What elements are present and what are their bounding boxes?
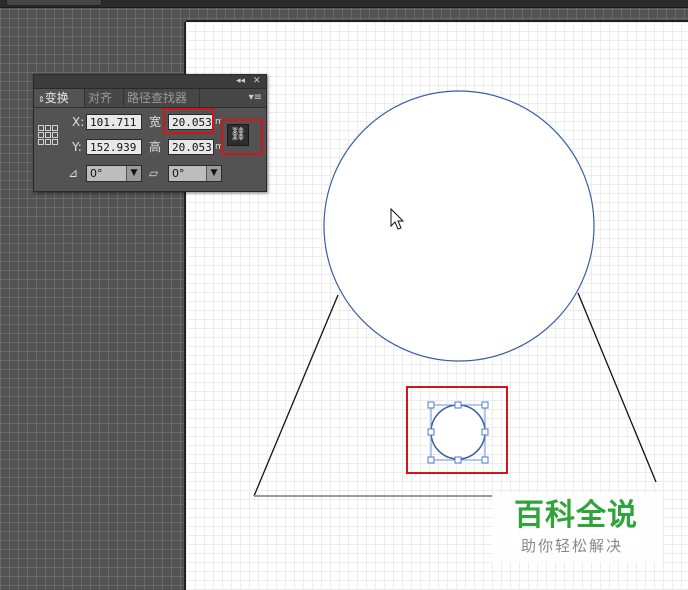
angle-icon: ⊿ <box>68 166 79 180</box>
rotate-value: 0° <box>90 167 103 180</box>
shear-value: 0° <box>172 167 185 180</box>
tab-transform[interactable]: ⇕变换 <box>34 89 85 107</box>
rotate-dropdown[interactable]: 0° ▼ <box>86 165 142 182</box>
shear-icon: ▱ <box>149 166 159 180</box>
tab-transform-label: 变换 <box>44 91 69 105</box>
large-circle[interactable] <box>323 90 595 362</box>
link-button-highlight <box>221 119 263 155</box>
watermark-title: 百科全说 <box>514 498 638 533</box>
tab-pathfinder[interactable]: 路径查找器 <box>123 89 200 107</box>
watermark: 百科全说 助你轻松解决 <box>492 493 662 563</box>
watermark-subtitle: 助你轻松解决 <box>521 537 624 555</box>
close-icon[interactable]: ✕ <box>253 75 261 88</box>
y-label: Y: <box>72 140 82 154</box>
y-field[interactable]: 152.939 <box>86 139 142 155</box>
x-label: X: <box>72 115 85 129</box>
reference-point-icon[interactable] <box>38 125 58 145</box>
height-label: 高 <box>149 140 162 154</box>
updown-icon: ⇕ <box>38 95 45 104</box>
chevron-down-icon[interactable]: ▼ <box>206 166 221 181</box>
shear-dropdown[interactable]: 0° ▼ <box>168 165 222 182</box>
height-field[interactable]: 20.053 <box>168 139 214 155</box>
trapezoid-left-edge[interactable] <box>253 294 339 497</box>
chevron-down-icon[interactable]: ▼ <box>126 166 141 181</box>
panel-tabs: ⇕变换 对齐 路径查找器 ▾≡ <box>34 89 266 108</box>
trapezoid-right-edge[interactable] <box>577 292 657 483</box>
tab-align[interactable]: 对齐 <box>84 89 124 107</box>
selection-highlight-box <box>406 386 508 474</box>
width-field-highlight <box>163 108 214 134</box>
x-field[interactable]: 101.711 <box>86 114 142 130</box>
collapse-icon[interactable]: ◂◂ <box>236 75 245 88</box>
panel-menu-icon[interactable]: ▾≡ <box>249 89 262 107</box>
width-label: 宽 <box>149 115 162 129</box>
panel-titlebar[interactable]: ◂◂ ✕ <box>34 75 266 89</box>
